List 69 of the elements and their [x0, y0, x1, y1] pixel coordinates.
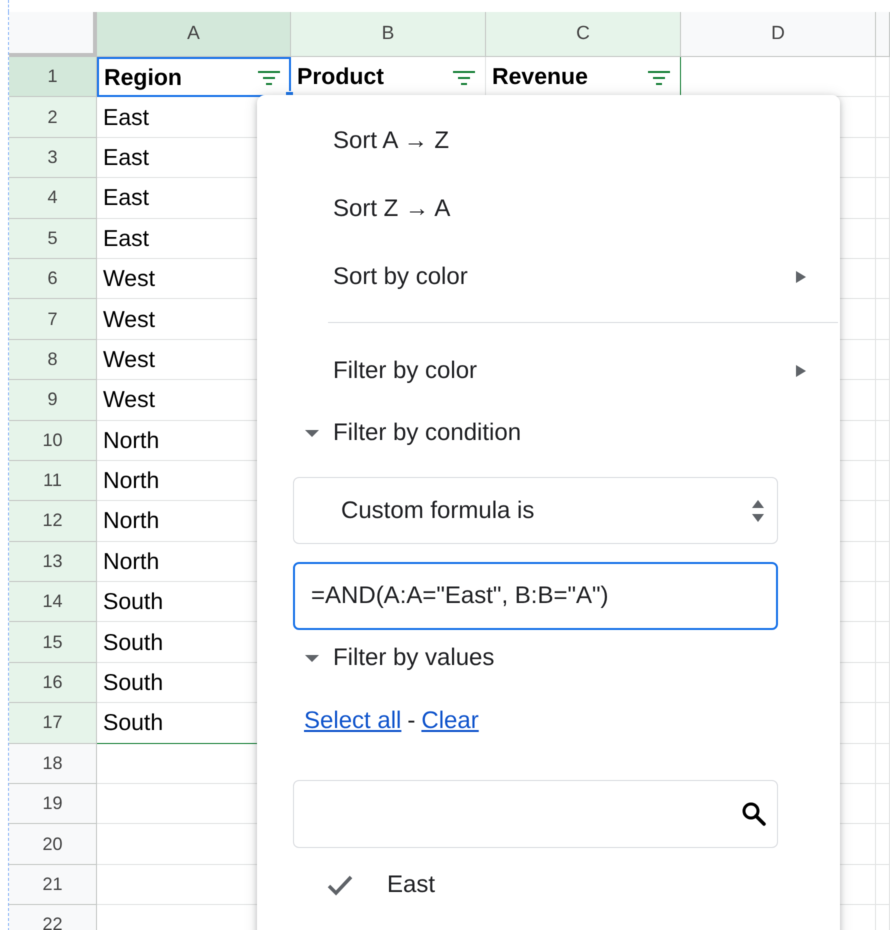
table-cell [876, 824, 890, 865]
row-header[interactable]: 1 [9, 57, 97, 98]
table-cell [876, 178, 890, 219]
table-cell [876, 380, 890, 421]
table-cell [876, 744, 890, 784]
row-header[interactable]: 8 [9, 340, 97, 380]
row-header[interactable]: 18 [9, 744, 97, 784]
table-cell: Region [104, 64, 182, 91]
row-header[interactable]: 15 [9, 622, 97, 663]
search-icon [741, 801, 767, 827]
table-cell [876, 97, 890, 138]
condition-dropdown[interactable]: Custom formula is [293, 477, 778, 544]
row-header[interactable]: 9 [9, 380, 97, 421]
row-header[interactable]: 21 [9, 864, 97, 906]
formula-field[interactable]: =AND(A:A="East", B:B="A") [293, 562, 778, 630]
row-header[interactable]: 3 [9, 138, 97, 178]
filter-icon[interactable] [258, 69, 280, 86]
table-cell [876, 299, 890, 340]
row-header[interactable]: 5 [9, 218, 97, 259]
row-header[interactable]: 4 [9, 178, 97, 219]
filter-icon[interactable] [648, 68, 670, 85]
row-header[interactable]: 2 [9, 97, 97, 138]
menu-item[interactable]: Filter by color [333, 357, 478, 385]
up-down-arrows-icon [751, 498, 765, 524]
row-header[interactable]: 16 [9, 662, 97, 704]
row-header[interactable]: 20 [9, 824, 97, 865]
row-header[interactable]: 19 [9, 784, 97, 824]
clear-link[interactable]: Clear [421, 707, 479, 735]
table-cell [876, 218, 890, 259]
row-header[interactable]: 12 [9, 501, 97, 542]
table-cell [876, 501, 890, 542]
section-toggle[interactable]: Filter by condition [333, 419, 522, 447]
submenu-arrow-icon [796, 365, 806, 377]
table-cell [876, 420, 890, 461]
table-cell [876, 542, 890, 582]
separator-text: - [407, 707, 416, 735]
submenu-arrow-icon [796, 271, 806, 283]
table-cell [876, 864, 890, 906]
table-cell [876, 138, 890, 178]
table-cell [876, 703, 890, 744]
table-cell: Revenue [492, 63, 588, 90]
table-cell [876, 57, 890, 98]
table-cell: Product [297, 63, 384, 90]
column-header[interactable]: B [291, 12, 486, 57]
row-header[interactable]: 14 [9, 582, 97, 622]
section-toggle[interactable]: Filter by values [333, 644, 494, 672]
table-cell [876, 460, 890, 502]
row-header[interactable]: 11 [9, 460, 97, 502]
row-header[interactable]: 22 [9, 905, 97, 930]
table-cell [876, 662, 890, 704]
row-header[interactable]: 17 [9, 703, 97, 744]
table-cell [876, 622, 890, 663]
column-header[interactable]: A [97, 12, 291, 57]
value-option[interactable]: East [387, 871, 436, 899]
checkmark-icon[interactable] [327, 874, 353, 896]
row-header[interactable]: 6 [9, 258, 97, 300]
filter-icon[interactable] [453, 68, 475, 85]
table-cell [876, 582, 890, 622]
row-header[interactable]: 13 [9, 542, 97, 582]
select-all-link[interactable]: Select all [304, 707, 402, 735]
row-header[interactable]: 10 [9, 420, 97, 461]
column-header[interactable]: D [681, 12, 876, 57]
table-cell [876, 258, 890, 300]
column-header[interactable]: C [486, 12, 681, 57]
menu-item[interactable]: Sort by color [333, 263, 468, 291]
search-field[interactable] [293, 780, 778, 848]
table-cell [876, 784, 890, 824]
table-cell [876, 340, 890, 380]
row-header[interactable]: 7 [9, 299, 97, 340]
